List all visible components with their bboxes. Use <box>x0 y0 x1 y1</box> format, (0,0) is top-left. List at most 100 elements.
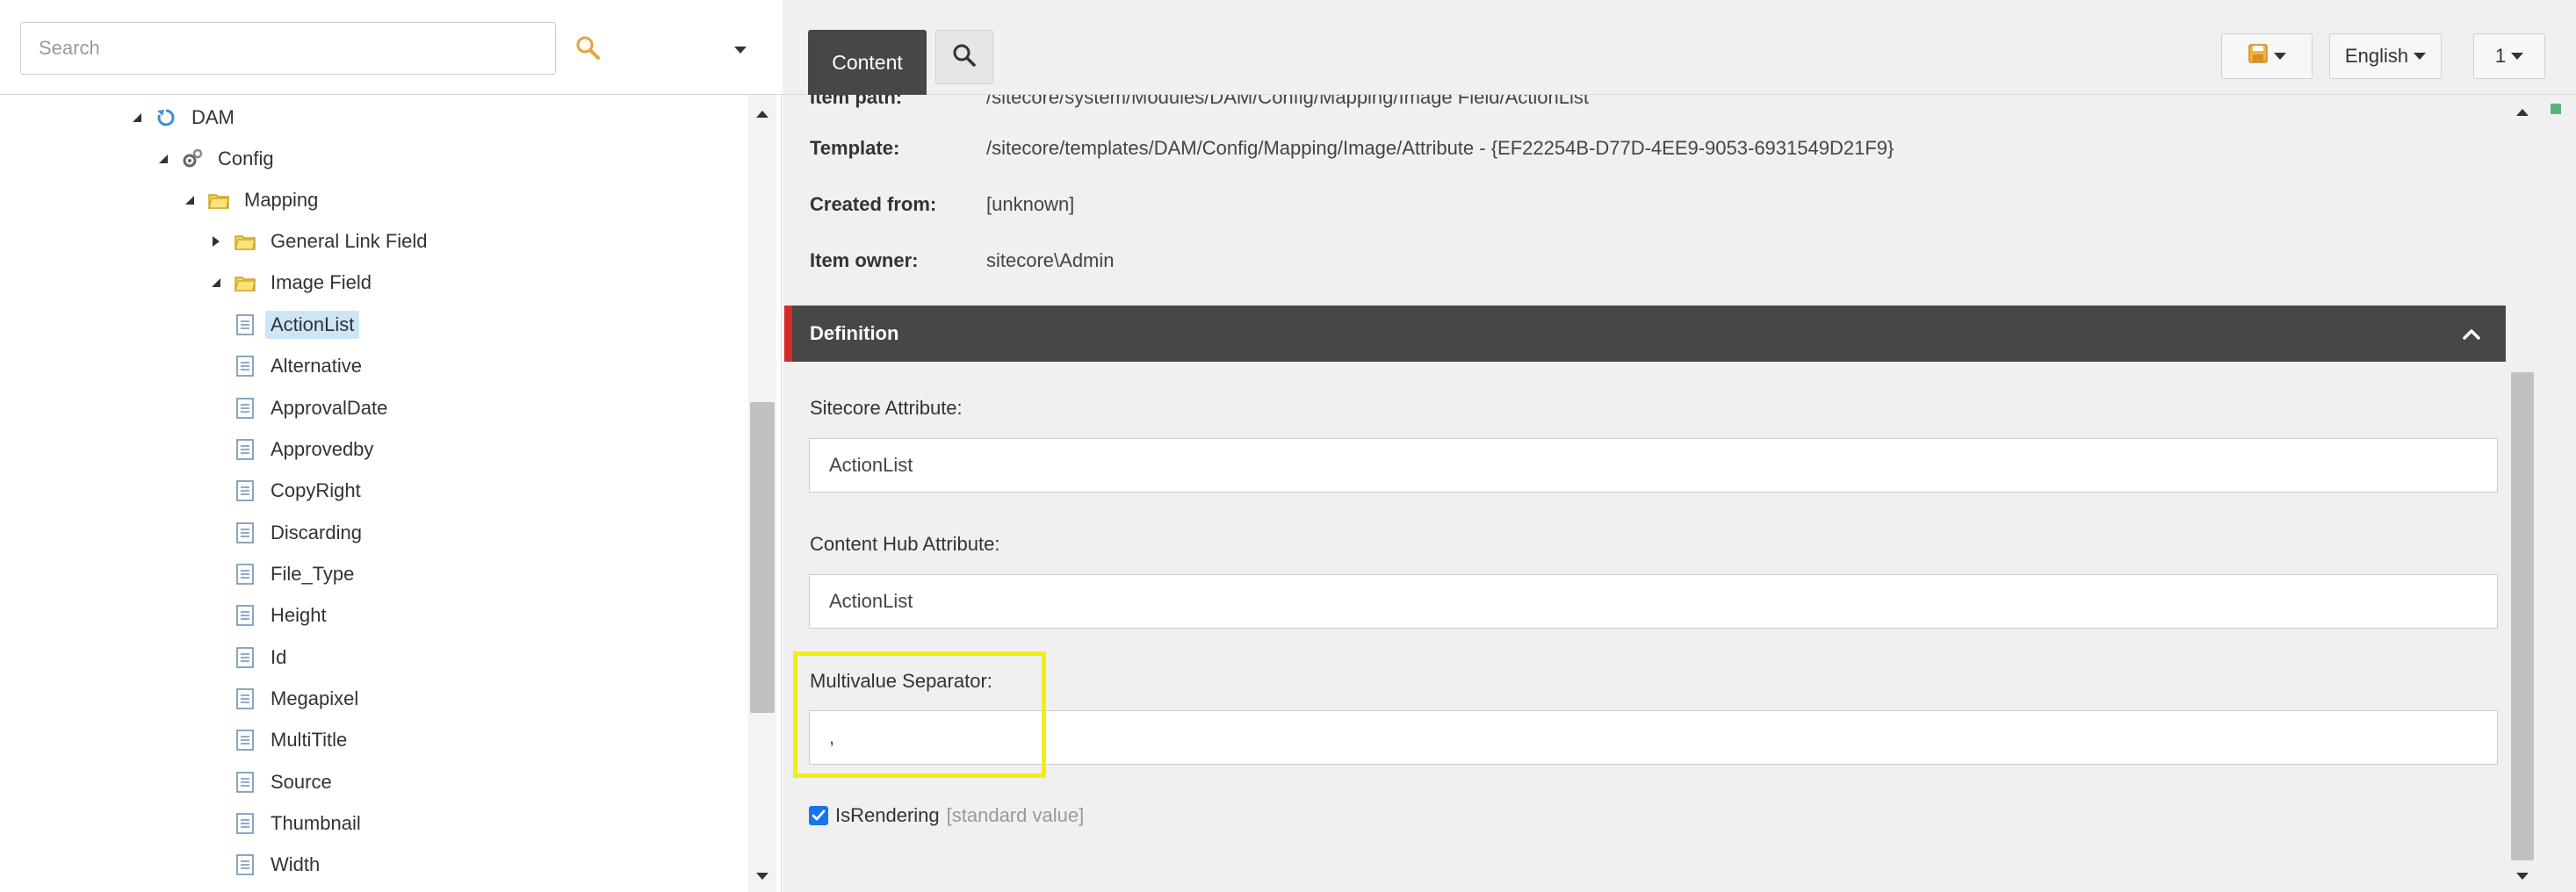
tree-node-file-type[interactable]: File_Type <box>234 558 359 590</box>
scroll-down-arrow-icon[interactable] <box>748 866 776 887</box>
tree-node-label: Config <box>218 147 274 169</box>
tree-node-alternative[interactable]: Alternative <box>234 350 367 382</box>
document-icon <box>234 438 256 461</box>
tree-node-copyright[interactable]: CopyRight <box>234 475 366 507</box>
tree-node-id[interactable]: Id <box>234 642 292 673</box>
tree-node-label: CopyRight <box>271 479 361 501</box>
scroll-up-arrow-icon[interactable] <box>2508 102 2536 123</box>
multivalue-separator-field[interactable] <box>809 710 2498 765</box>
expanded-arrow-icon[interactable] <box>181 191 198 209</box>
search-icon[interactable] <box>573 32 604 64</box>
document-icon <box>234 522 256 544</box>
item-owner-value: sitecore\Admin <box>986 249 1115 271</box>
tree-node-label: MultiTitle <box>271 729 348 751</box>
tree-node-label: Megapixel <box>271 687 359 709</box>
item-path-label: Item path: <box>810 95 903 108</box>
item-path-value: /sitecore/system/Modules/DAM/Config/Mapp… <box>986 95 1589 108</box>
tree-scroll-thumb[interactable] <box>750 402 775 713</box>
tree-node-label: General Link Field <box>271 230 428 252</box>
template-value[interactable]: /sitecore/templates/DAM/Config/Mapping/I… <box>986 137 1894 160</box>
document-icon <box>234 313 256 336</box>
document-icon <box>234 853 256 876</box>
scroll-up-arrow-icon[interactable] <box>748 104 776 125</box>
expanded-arrow-icon[interactable] <box>207 274 225 291</box>
tree-node-mapping[interactable]: Mapping <box>181 184 323 216</box>
validation-status-icon <box>2551 104 2561 114</box>
tree-node-label: Approvedby <box>271 438 374 460</box>
content-hub-attribute-field[interactable] <box>809 574 2498 629</box>
tree-node-label: Discarding <box>271 522 362 543</box>
section-title: Definition <box>810 322 899 344</box>
tree-node-label: Source <box>271 771 332 793</box>
tab-content[interactable]: Content <box>808 30 927 95</box>
editor-content: Item path: /sitecore/system/Modules/DAM/… <box>783 95 2576 892</box>
editor-scrollbar[interactable] <box>2508 95 2536 892</box>
tree-node-label: Height <box>271 604 327 626</box>
tree-node-general-link-field[interactable]: General Link Field <box>207 226 433 257</box>
tab-content-label: Content <box>832 50 903 74</box>
expanded-arrow-icon[interactable] <box>155 150 172 168</box>
tree-node-image-field[interactable]: Image Field <box>207 267 377 299</box>
document-icon <box>234 397 256 420</box>
chevron-up-icon[interactable] <box>2460 323 2483 346</box>
tab-search[interactable] <box>935 30 993 84</box>
tree-node-label: Mapping <box>244 189 319 211</box>
tree-node-label: File_Type <box>271 563 355 585</box>
tree-search-bar <box>0 0 782 95</box>
tree-node-config[interactable]: Config <box>155 143 279 175</box>
standard-value-note[interactable]: [standard value] <box>947 804 1085 827</box>
tree-node-thumbnail[interactable]: Thumbnail <box>234 808 366 839</box>
tree-node-height[interactable]: Height <box>234 600 332 631</box>
folder-icon <box>234 230 256 253</box>
multivalue-separator-label: Multivalue Separator: <box>810 670 992 692</box>
tree-node-label: Width <box>271 853 321 875</box>
isrendering-field: IsRendering [standard value] <box>809 804 1084 827</box>
version-label: 1 <box>2494 45 2507 67</box>
document-icon <box>234 729 256 752</box>
content-tree-pane: DAM Config Mapping General Link Field Image … <box>0 0 782 892</box>
content-hub-attribute-label: Content Hub Attribute: <box>810 533 1000 555</box>
tree-node-approvedby[interactable]: Approvedby <box>234 434 379 465</box>
created-from-label: Created from: <box>810 193 937 215</box>
isrendering-checkbox[interactable] <box>809 806 828 825</box>
document-icon <box>234 355 256 378</box>
document-icon <box>234 687 256 710</box>
tree-scrollbar[interactable] <box>748 95 776 892</box>
gear-icon <box>181 147 204 170</box>
tree-node-actionlist[interactable]: ActionList <box>234 309 360 341</box>
tree-node-multititle[interactable]: MultiTitle <box>234 724 352 756</box>
tree-node-source[interactable]: Source <box>234 766 337 798</box>
tree-node-width[interactable]: Width <box>234 849 325 881</box>
tree-node-approvaldate[interactable]: ApprovalDate <box>234 392 393 424</box>
tree-node-label: Image Field <box>271 271 372 293</box>
language-selector[interactable]: English <box>2329 33 2442 79</box>
tree-node-dam[interactable]: DAM <box>128 102 240 133</box>
item-owner-label: Item owner: <box>810 249 919 271</box>
document-icon <box>234 563 256 586</box>
definition-section-header[interactable]: Definition <box>784 306 2506 362</box>
isrendering-label: IsRendering <box>835 804 940 826</box>
content-tree: DAM Config Mapping General Link Field Image … <box>0 95 782 892</box>
tree-node-label: Alternative <box>271 355 362 377</box>
search-input[interactable] <box>20 22 556 75</box>
language-label: English <box>2344 45 2409 67</box>
template-label: Template: <box>810 137 900 159</box>
search-icon <box>951 42 978 73</box>
editor-scroll-thumb[interactable] <box>2511 372 2534 860</box>
chevron-down-icon <box>2511 53 2524 60</box>
document-icon <box>234 646 256 669</box>
tree-node-label: ActionList <box>265 311 360 339</box>
created-from-value: [unknown] <box>986 193 1075 215</box>
search-options-chevron-down-icon[interactable] <box>727 37 754 63</box>
version-selector[interactable]: 1 <box>2473 33 2545 79</box>
document-icon <box>234 812 256 835</box>
collapsed-arrow-icon[interactable] <box>207 233 225 250</box>
sitecore-attribute-field[interactable] <box>809 438 2498 493</box>
expanded-arrow-icon[interactable] <box>128 109 146 126</box>
scroll-down-arrow-icon[interactable] <box>2508 866 2536 887</box>
sitecore-attribute-label: Sitecore Attribute: <box>810 397 963 419</box>
tree-node-discarding[interactable]: Discarding <box>234 517 367 549</box>
tree-node-megapixel[interactable]: Megapixel <box>234 683 364 715</box>
save-menu-button[interactable] <box>2221 33 2313 79</box>
chevron-down-icon <box>2274 53 2286 60</box>
